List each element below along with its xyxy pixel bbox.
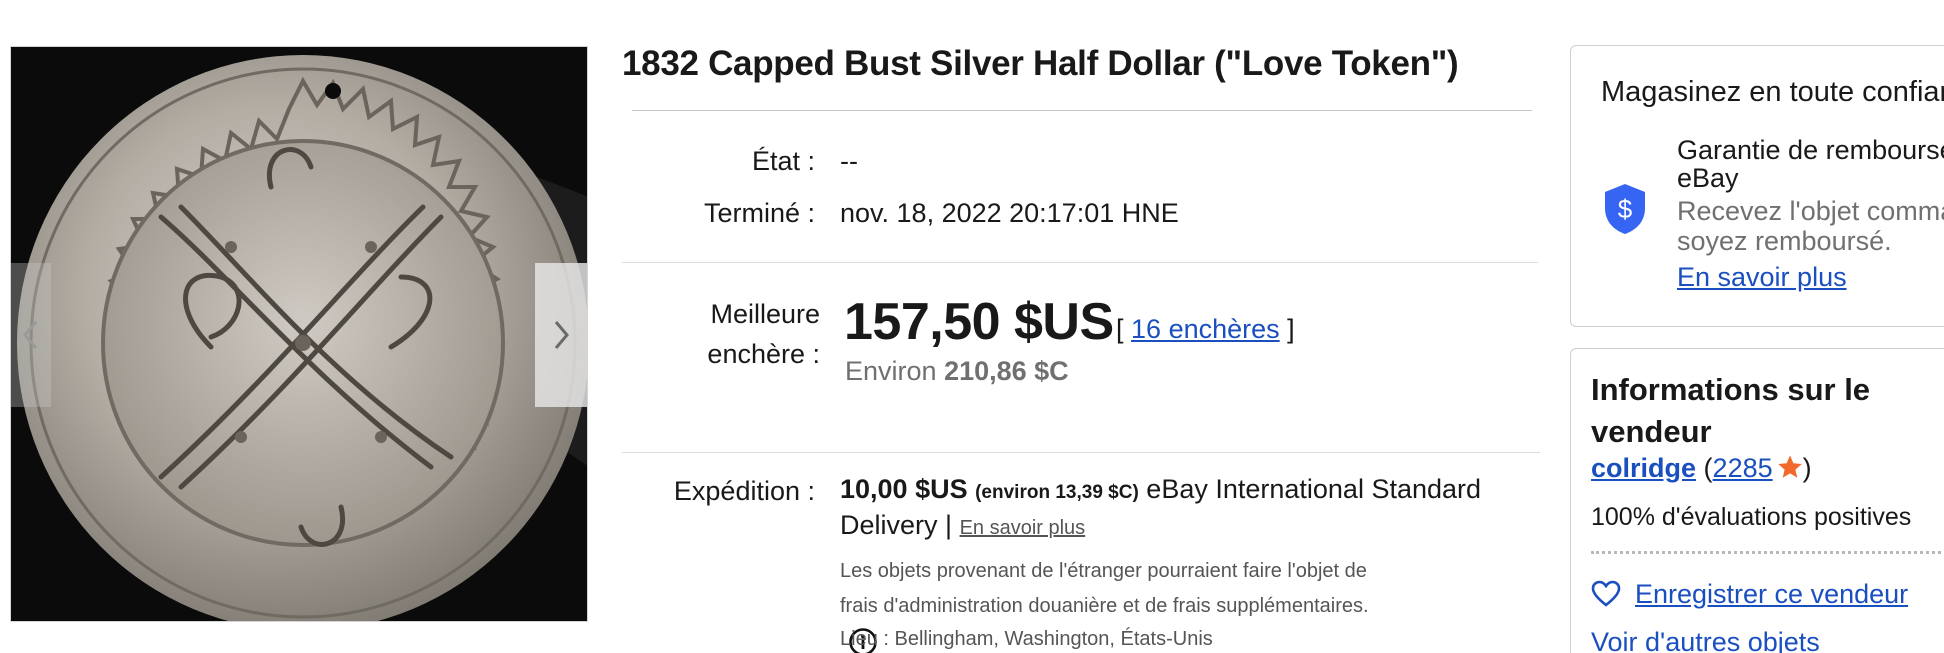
price-divider: [622, 452, 1540, 453]
shipping-cost: 10,00 $US: [840, 474, 968, 504]
ended-label: Terminé :: [703, 198, 815, 228]
status-divider: [622, 262, 1538, 263]
bid-count-open-bracket: [: [1116, 314, 1124, 344]
money-back-guarantee-title: Garantie de remboursement eBay: [1677, 135, 1944, 193]
svg-text:$: $: [1618, 194, 1633, 224]
seller-info-title: Informations sur le vendeur: [1591, 372, 1871, 449]
seller-info-card: Informations sur le vendeur colridge (22…: [1570, 348, 1944, 653]
seller-other-items-link[interactable]: Voir d'autres objets: [1591, 627, 1820, 653]
star-icon: [1777, 455, 1802, 478]
money-back-guarantee-desc: Recevez l'objet commandé ou soyez rembou…: [1677, 196, 1944, 256]
next-image-button[interactable]: [535, 263, 587, 407]
bid-history-link[interactable]: 16 enchères: [1131, 314, 1280, 344]
heart-icon: [1591, 580, 1621, 607]
chevron-right-icon: [554, 321, 569, 349]
shipping-service-cont: Delivery |: [840, 510, 953, 540]
seller-divider: [1591, 551, 1944, 554]
shipping-service: eBay International Standard: [1146, 474, 1482, 504]
seller-name-link[interactable]: colridge: [1591, 453, 1696, 483]
item-title: 1832 Capped Bust Silver Half Dollar ("Lo…: [622, 44, 1459, 83]
condition-label: État :: [751, 146, 815, 176]
converted-price: Environ 210,86 $C: [845, 356, 1069, 387]
ended-value: nov. 18, 2022 20:17:01 HNE: [840, 198, 1179, 228]
shop-with-confidence-card: Magasinez en toute confiance $ Garantie …: [1570, 45, 1944, 327]
shipping-service-line: Delivery | En savoir plus: [840, 510, 1085, 541]
top-bid-label-line1: Meilleure: [710, 299, 820, 329]
title-divider: [632, 110, 1532, 111]
shipping-cost-converted: (environ 13,39 $C): [975, 482, 1139, 503]
converted-price-value: 210,86 $C: [944, 356, 1069, 386]
previous-image-button[interactable]: [11, 263, 51, 407]
seller-name-line: colridge (2285 ): [1591, 453, 1812, 484]
condition-value: --: [840, 146, 858, 176]
top-bid-label: Meilleure enchère :: [600, 294, 820, 374]
bid-count-close-bracket: ]: [1287, 314, 1295, 344]
guarantee-learn-more-link[interactable]: En savoir plus: [1677, 262, 1847, 293]
feedback-score-open-paren: (: [1703, 453, 1713, 483]
positive-feedback: 100% d'évaluations positives: [1591, 503, 1912, 531]
item-location: Lieu : Bellingham, Washington, États-Uni…: [840, 628, 1213, 650]
top-bid-label-line2: enchère :: [707, 339, 820, 369]
item-image-gallery[interactable]: [10, 46, 588, 622]
shield-dollar-icon: $: [1605, 184, 1645, 234]
shop-with-confidence-title: Magasinez en toute confiance: [1601, 76, 1944, 108]
item-photo[interactable]: [11, 47, 588, 622]
customs-note-text: Les objets provenant de l'étranger pourr…: [840, 560, 1369, 617]
save-seller-label: Enregistrer ce vendeur: [1635, 579, 1909, 609]
winning-bid-price: 157,50 $US: [844, 293, 1114, 351]
save-seller-button[interactable]: Enregistrer ce vendeur: [1591, 579, 1908, 610]
bid-count: [ 16 enchères ]: [1116, 314, 1295, 345]
shipping-learn-more-link[interactable]: En savoir plus: [960, 517, 1086, 539]
chevron-left-icon: [23, 321, 38, 349]
shipping-label: Expédition :: [673, 476, 815, 506]
converted-price-prefix: Environ: [845, 356, 937, 386]
feedback-score-close-paren: ): [1802, 453, 1812, 483]
feedback-score-link[interactable]: 2285: [1713, 453, 1773, 483]
shipping-cost-line: 10,00 $US (environ 13,39 $C) eBay Intern…: [840, 474, 1481, 505]
